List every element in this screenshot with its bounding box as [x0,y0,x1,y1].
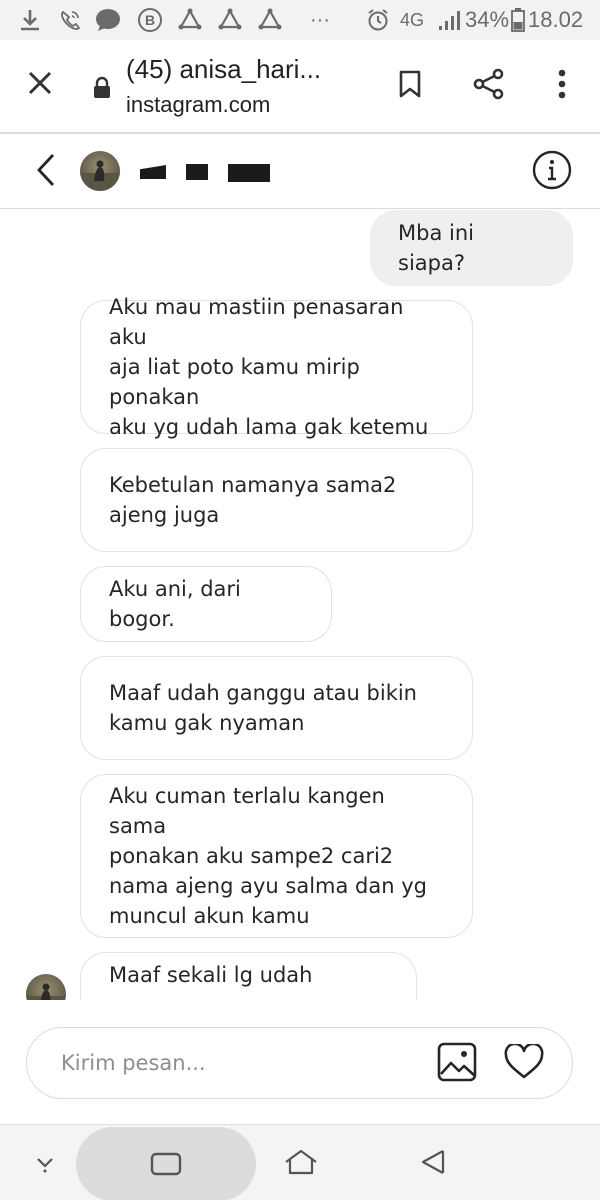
share-button[interactable] [466,64,512,108]
chevron-left-icon [36,153,56,191]
alarm-icon [364,6,392,34]
outgoing-message[interactable]: Mba ini siapa? [370,210,573,286]
system-navigation-bar [0,1124,600,1200]
network-type-label: 4G [400,9,425,30]
message-thread[interactable]: Mba ini siapa? Aku mau mastiin penasaran… [0,210,600,1000]
home-button[interactable] [278,1143,324,1185]
battery-percent: 34% [465,7,510,32]
recents-button[interactable] [76,1127,256,1200]
chevron-down-icon [34,1151,56,1177]
wifi-call-icon [56,6,84,34]
more-notifications-indicator: ··· [310,8,330,31]
back-nav-button[interactable] [412,1143,456,1185]
chat-header [0,135,600,209]
redacted-username [140,165,166,179]
home-icon [284,1148,318,1180]
bbm-icon: B [136,6,164,34]
gallery-button[interactable] [435,1042,479,1086]
redacted-username [228,164,270,182]
triangle-back-icon [419,1148,449,1180]
browser-toolbar: (45) anisa_hari... instagram.com [0,40,600,134]
image-icon [437,1042,477,1086]
sync-icon [176,6,204,34]
recents-icon [150,1152,182,1180]
more-options-button[interactable] [542,64,582,108]
sync-icon [216,6,244,34]
signal-icon [436,6,464,34]
close-icon [27,70,53,100]
incoming-message[interactable]: Aku mau mastiin penasaran aku aja liat p… [80,295,473,439]
heart-icon [504,1042,544,1084]
redacted-username [186,164,208,180]
incoming-message[interactable]: Maaf udah ganggu atau bikin kamu gak nya… [80,656,473,760]
like-button[interactable] [501,1042,547,1086]
battery-icon [510,6,526,34]
status-bar: B ··· 4G 34% 18.02 [0,0,600,40]
incoming-message[interactable]: Aku cuman terlalu kangen sama ponakan ak… [80,774,473,938]
info-button[interactable] [530,150,574,194]
bookmark-icon [398,69,422,103]
svg-text:B: B [145,12,155,28]
share-icon [472,67,506,105]
hide-keyboard-button[interactable] [26,1145,64,1183]
page-title: (45) anisa_hari... [126,54,322,84]
page-url: instagram.com [126,92,271,117]
avatar[interactable] [80,151,120,191]
clock: 18.02 [528,7,584,32]
bookmark-button[interactable] [388,64,432,108]
incoming-message[interactable]: Aku ani, dari bogor. [80,566,332,642]
info-icon [532,150,572,194]
chat-bubble-icon [94,6,122,34]
incoming-message[interactable]: Kebetulan namanya sama2 ajeng juga [80,448,473,552]
download-icon [16,6,44,34]
lock-icon [92,76,112,104]
sync-icon [256,6,284,34]
more-vertical-icon [558,69,566,103]
sender-avatar[interactable] [26,974,66,1000]
message-composer [26,1027,573,1099]
back-button[interactable] [26,149,66,195]
incoming-message[interactable]: Maaf sekali lg udah ganggu [80,952,417,1000]
close-tab-button[interactable] [20,65,60,105]
message-input[interactable] [61,1048,421,1078]
